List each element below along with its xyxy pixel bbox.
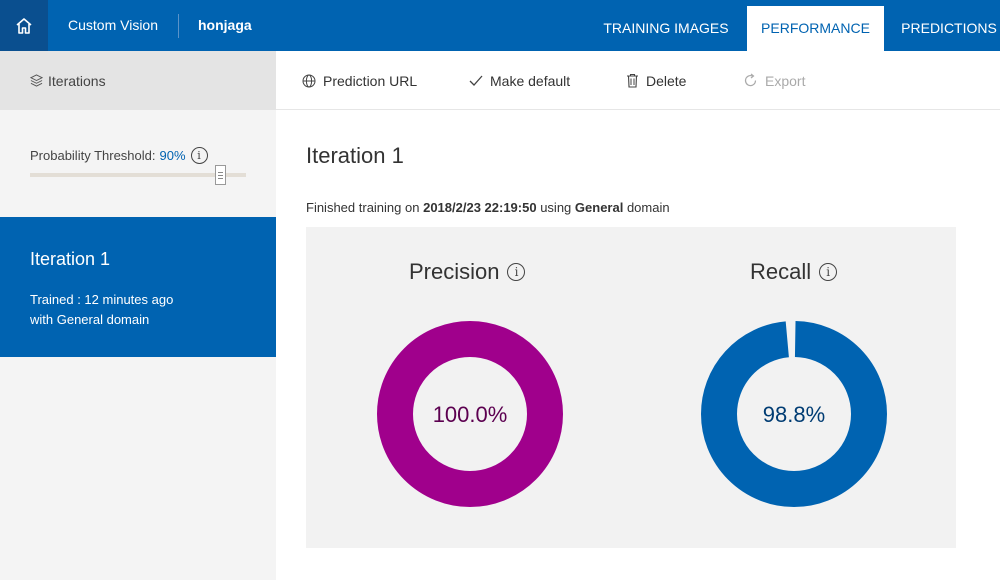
prediction-url-button[interactable]: Prediction URL — [302, 51, 417, 110]
make-default-button[interactable]: Make default — [469, 51, 570, 110]
iteration-trained-time: Trained : 12 minutes ago — [30, 292, 174, 307]
export-label: Export — [765, 72, 806, 89]
home-icon — [16, 17, 32, 34]
precision-value: 100.0% — [432, 402, 508, 427]
info-icon[interactable]: i — [190, 147, 208, 164]
threshold-label: Probability Threshold: — [30, 148, 156, 163]
prediction-url-label: Prediction URL — [323, 72, 418, 89]
tab-training-images[interactable]: TRAINING IMAGES — [592, 6, 740, 51]
iterations-header: Iterations — [0, 51, 276, 110]
threshold-value: 90% — [159, 148, 186, 163]
iteration-card-title: Iteration 1 — [30, 249, 111, 269]
globe-icon — [302, 74, 316, 87]
recall-label: Recall — [750, 259, 812, 284]
refresh-icon — [744, 73, 757, 87]
delete-label: Delete — [646, 72, 687, 89]
top-bar: Custom Vision honjaga TRAINING IMAGES PE… — [0, 0, 1000, 51]
training-domain: General — [574, 200, 624, 215]
recall-heading: Recall i — [750, 259, 838, 285]
export-button[interactable]: Export — [743, 51, 805, 110]
header-divider — [178, 14, 179, 38]
iteration-card-details: Trained : 12 minutes ago with General do… — [30, 290, 173, 330]
threshold-slider-thumb[interactable] — [215, 165, 226, 185]
precision-heading: Precision i — [409, 259, 526, 285]
toolbar: Prediction URL Make default Delete Expor… — [276, 51, 1000, 110]
recall-value: 98.8% — [762, 402, 826, 427]
probability-threshold: Probability Threshold: 90% i — [30, 147, 208, 164]
home-button[interactable] — [0, 0, 48, 51]
metrics-panel: Precision i 100.0% Recall i 98.8% — [306, 227, 956, 548]
training-date: 2018/2/23 22:19:50 — [423, 200, 537, 215]
training-mid: using — [540, 200, 572, 215]
tab-performance[interactable]: PERFORMANCE — [747, 6, 884, 51]
iterations-heading: Iterations — [48, 72, 106, 89]
iteration-card[interactable]: Iteration 1 Trained : 12 minutes ago wit… — [0, 217, 276, 357]
trash-icon — [627, 73, 638, 88]
delete-button[interactable]: Delete — [626, 51, 686, 110]
page-title: Iteration 1 — [306, 143, 404, 168]
make-default-label: Make default — [490, 72, 571, 89]
iterations-panel: Iterations Probability Threshold: 90% i … — [0, 51, 276, 580]
iteration-domain: with General domain — [30, 312, 150, 327]
precision-info-icon[interactable]: i — [507, 263, 526, 281]
threshold-slider[interactable] — [30, 173, 246, 177]
tab-predictions[interactable]: PREDICTIONS — [898, 6, 1000, 51]
training-suffix: domain — [626, 200, 670, 215]
layers-icon — [30, 74, 43, 87]
project-name[interactable]: honjaga — [198, 0, 252, 51]
brand-link[interactable]: Custom Vision — [68, 0, 158, 51]
training-prefix: Finished training on — [306, 200, 420, 215]
training-info: Finished training on 2018/2/23 22:19:50 … — [306, 200, 670, 215]
precision-label: Precision — [409, 259, 500, 284]
recall-info-icon[interactable]: i — [819, 263, 838, 281]
checkmark-icon — [469, 75, 483, 86]
